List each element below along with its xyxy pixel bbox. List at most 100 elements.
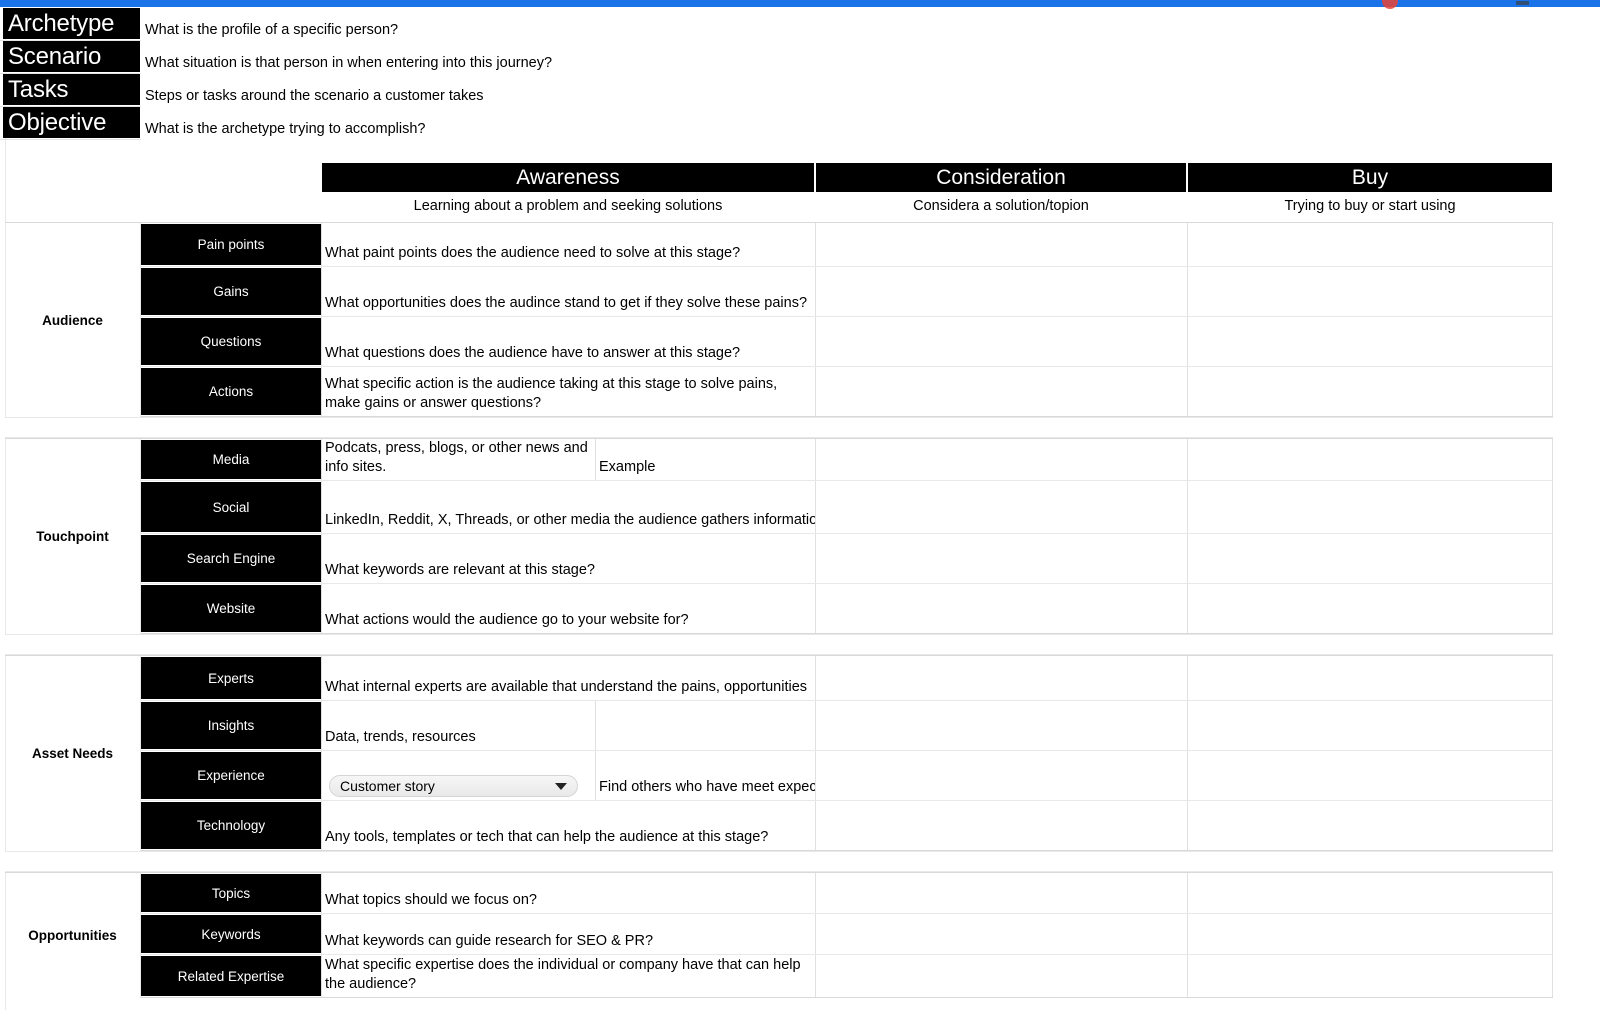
section-label: Opportunities	[5, 873, 141, 998]
meta-description[interactable]: What situation is that person in when en…	[145, 41, 552, 74]
cell-awareness-secondary[interactable]: Example	[595, 439, 815, 480]
section-spacer	[5, 417, 1553, 438]
cell-buy[interactable]	[1187, 534, 1553, 583]
row-label-keywords[interactable]: Keywords	[141, 914, 321, 954]
cell-consideration[interactable]	[815, 584, 1187, 633]
row-label-search-engine[interactable]: Search Engine	[141, 534, 321, 583]
cell-awareness[interactable]: LinkedIn, Reddit, X, Threads, or other m…	[321, 481, 815, 533]
row-label-insights[interactable]: Insights	[141, 701, 321, 750]
meta-description[interactable]: Steps or tasks around the scenario a cus…	[145, 74, 484, 107]
journey-row: Website What actions would the audience g…	[141, 584, 1553, 634]
stage-subtitle-awareness[interactable]: Learning about a problem and seeking sol…	[321, 192, 815, 222]
cell-text: What specific action is the audience tak…	[325, 376, 782, 411]
cell-buy[interactable]	[1187, 801, 1553, 850]
journey-row: Technology Any tools, templates or tech t…	[141, 801, 1553, 851]
cell-awareness-secondary[interactable]	[595, 701, 815, 750]
cell-consideration[interactable]	[815, 873, 1187, 913]
cell-buy[interactable]	[1187, 873, 1553, 913]
cell-consideration[interactable]	[815, 955, 1187, 997]
cell-consideration[interactable]	[815, 223, 1187, 266]
cell-buy[interactable]	[1187, 914, 1553, 954]
cell-consideration[interactable]	[815, 751, 1187, 800]
cell-buy[interactable]	[1187, 367, 1553, 416]
cell-text	[1188, 797, 1193, 800]
meta-label-tasks[interactable]: Tasks	[3, 74, 140, 105]
meta-label-scenario[interactable]: Scenario	[3, 41, 140, 72]
cell-text	[1188, 313, 1193, 316]
cell-text	[1188, 530, 1193, 533]
meta-label-archetype[interactable]: Archetype	[3, 8, 140, 39]
meta-row-divider	[0, 139, 141, 140]
cell-text: What opportunities does the audince stan…	[325, 295, 808, 311]
meta-label-objective[interactable]: Objective	[3, 107, 140, 138]
row-label-social[interactable]: Social	[141, 481, 321, 533]
cell-buy[interactable]	[1187, 584, 1553, 633]
journey-row: Media Podcats, press, blogs, or other new…	[141, 439, 1553, 481]
cell-awareness[interactable]: What actions would the audience go to yo…	[321, 584, 815, 633]
cell-buy[interactable]	[1187, 751, 1553, 800]
cell-consideration[interactable]	[815, 481, 1187, 533]
cell-awareness[interactable]: What paint points does the audience need…	[321, 223, 815, 266]
cell-consideration[interactable]	[815, 801, 1187, 850]
cell-awareness-primary[interactable]: Data, trends, resources	[321, 701, 595, 750]
cell-consideration[interactable]	[815, 534, 1187, 583]
cell-buy[interactable]	[1187, 481, 1553, 533]
cell-awareness[interactable]: What keywords are relevant at this stage…	[321, 534, 815, 583]
section-opportunities: Opportunities Topics What topics should we…	[5, 872, 1553, 998]
cell-buy[interactable]	[1187, 317, 1553, 366]
cell-consideration[interactable]	[815, 656, 1187, 700]
cell-awareness[interactable]: What opportunities does the audince stan…	[321, 267, 815, 316]
cell-buy[interactable]	[1187, 223, 1553, 266]
experience-dropdown[interactable]: Customer story	[329, 775, 578, 797]
stage-header-buy[interactable]: Buy	[1187, 163, 1553, 192]
row-label-pain-points[interactable]: Pain points	[141, 223, 321, 266]
cell-buy[interactable]	[1187, 701, 1553, 750]
stage-header-awareness[interactable]: Awareness	[321, 163, 815, 192]
cell-consideration[interactable]	[815, 367, 1187, 416]
cell-awareness-primary[interactable]: Podcats, press, blogs, or other news and…	[321, 439, 595, 480]
cell-consideration[interactable]	[815, 914, 1187, 954]
stage-subtitle-consideration[interactable]: Considera a solution/topion	[815, 192, 1187, 222]
row-label-related-expertise[interactable]: Related Expertise	[141, 955, 321, 997]
cell-awareness[interactable]: What questions does the audience have to…	[321, 317, 815, 366]
cell-text: Data, trends, resources	[325, 729, 476, 745]
cell-consideration[interactable]	[815, 267, 1187, 316]
cell-buy[interactable]	[1187, 955, 1553, 997]
cell-awareness-primary[interactable]: Customer story	[321, 751, 595, 800]
row-label-topics[interactable]: Topics	[141, 873, 321, 913]
section-touchpoint: Touchpoint Media Podcats, press, blogs, or…	[5, 438, 1553, 634]
row-label-experts[interactable]: Experts	[141, 656, 321, 700]
journey-row: Experience Customer story Find others who …	[141, 751, 1553, 801]
cell-awareness[interactable]: What specific expertise does the individ…	[321, 955, 815, 997]
stage-subtitle-buy[interactable]: Trying to buy or start using	[1187, 192, 1553, 222]
cell-text	[1188, 413, 1193, 416]
meta-description[interactable]: What is the archetype trying to accompli…	[145, 107, 425, 140]
row-label-experience[interactable]: Experience	[141, 751, 321, 800]
cell-buy[interactable]	[1187, 267, 1553, 316]
row-label-technology[interactable]: Technology	[141, 801, 321, 850]
cell-buy[interactable]	[1187, 439, 1553, 480]
cell-awareness[interactable]: Any tools, templates or tech that can he…	[321, 801, 815, 850]
stage-header-consideration[interactable]: Consideration	[815, 163, 1187, 192]
cell-awareness[interactable]: What topics should we focus on?	[321, 873, 815, 913]
cell-consideration[interactable]	[815, 439, 1187, 480]
toolbar-tick-icon	[1516, 1, 1529, 5]
row-label-website[interactable]: Website	[141, 584, 321, 633]
cell-awareness[interactable]: What internal experts are available that…	[321, 656, 815, 700]
journey-row: Keywords What keywords can guide research…	[141, 914, 1553, 955]
meta-definitions: Archetype What is the profile of a specif…	[0, 8, 1600, 140]
cell-awareness[interactable]: What specific action is the audience tak…	[321, 367, 815, 416]
row-label-gains[interactable]: Gains	[141, 267, 321, 316]
cell-awareness[interactable]: What keywords can guide research for SEO…	[321, 914, 815, 954]
row-label-questions[interactable]: Questions	[141, 317, 321, 366]
meta-description[interactable]: What is the profile of a specific person…	[145, 8, 398, 41]
cell-text	[1188, 951, 1193, 954]
cell-buy[interactable]	[1187, 656, 1553, 700]
row-label-actions[interactable]: Actions	[141, 367, 321, 416]
cell-consideration[interactable]	[815, 701, 1187, 750]
cell-text	[816, 477, 821, 480]
row-label-media[interactable]: Media	[141, 439, 321, 480]
cell-awareness-secondary[interactable]: Find others who have meet expectations	[595, 751, 815, 800]
cell-consideration[interactable]	[815, 317, 1187, 366]
cell-text	[1188, 910, 1193, 913]
